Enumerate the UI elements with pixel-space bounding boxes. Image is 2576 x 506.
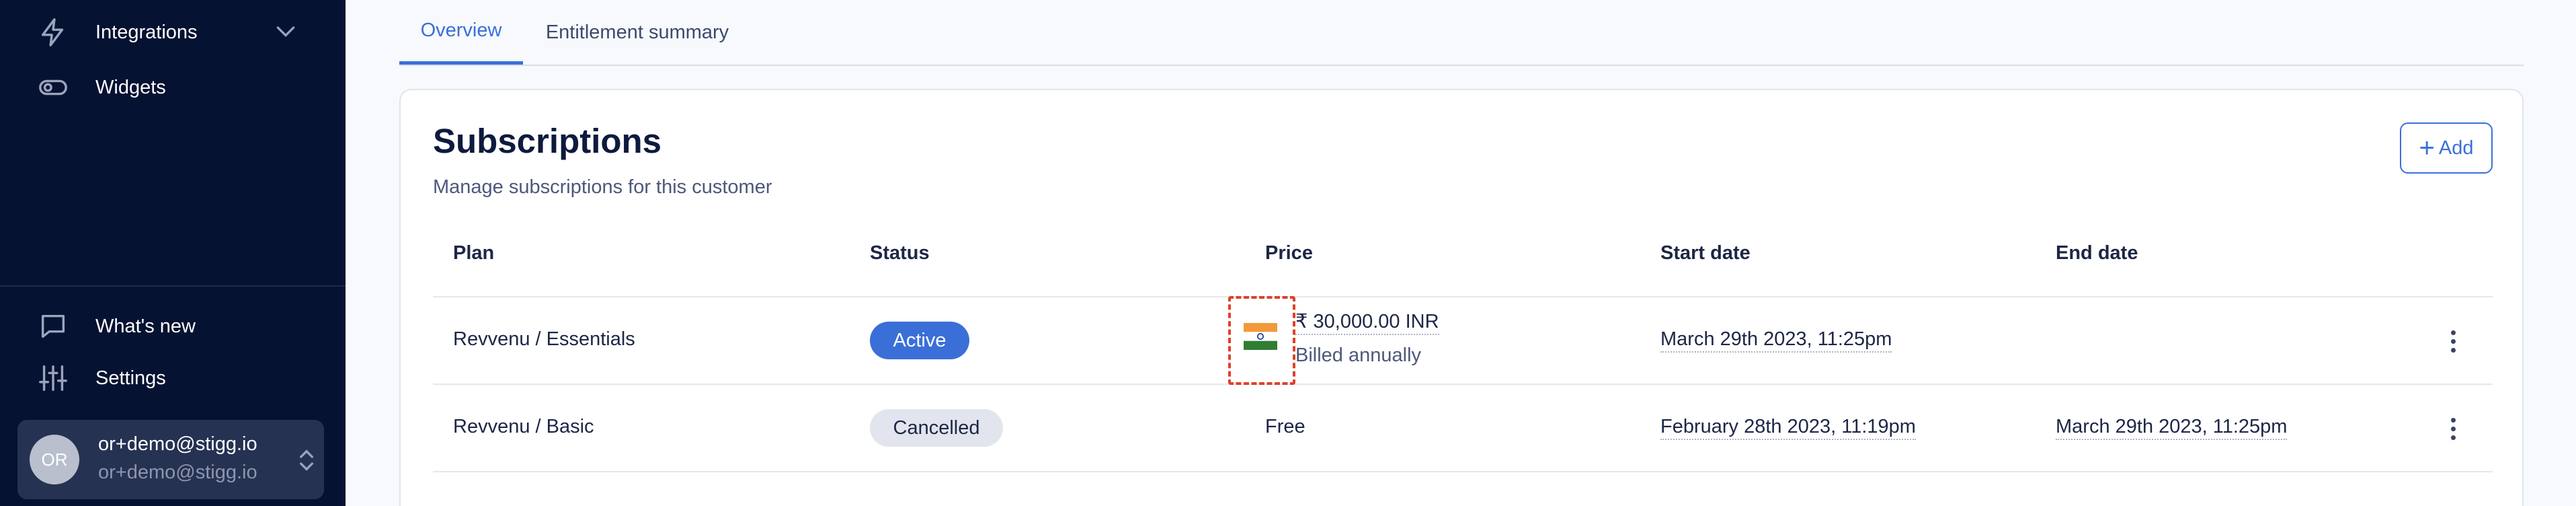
sidebar-item-integrations[interactable]: Integrations: [38, 12, 198, 52]
sidebar-item-whats-new[interactable]: What's new: [38, 306, 196, 347]
avatar: OR: [30, 435, 79, 484]
plus-icon: +: [2419, 133, 2435, 163]
lightning-icon: [38, 17, 69, 48]
end-date: March 29th 2023, 11:25pm: [2056, 416, 2288, 440]
chevron-up-down-icon[interactable]: [293, 445, 320, 475]
sidebar-item-label: Integrations: [95, 21, 198, 43]
status-badge: Cancelled: [870, 409, 1003, 447]
subscriptions-card: Subscriptions Manage subscriptions for t…: [399, 89, 2524, 506]
page-subtitle: Manage subscriptions for this customer: [433, 176, 772, 198]
more-options-icon[interactable]: [2443, 412, 2463, 445]
start-date: March 29th 2023, 11:25pm: [1660, 328, 1892, 353]
table-row[interactable]: Revvenu / Essentials Active ₹ 30,000.00 …: [433, 297, 2493, 384]
divider: [433, 471, 2493, 472]
price-value: ₹ 30,000.00 INR: [1295, 311, 1439, 335]
table-row[interactable]: Revvenu / Basic Cancelled Free February …: [433, 385, 2493, 471]
more-options-icon[interactable]: [2443, 324, 2463, 358]
sidebar-item-label: What's new: [95, 315, 196, 337]
toggle-icon: [38, 72, 69, 103]
user-email: or+demo@stigg.io: [98, 462, 257, 483]
sidebar-item-settings[interactable]: Settings: [38, 358, 166, 398]
start-date-wrapper: March 29th 2023, 11:25pm: [1660, 328, 1892, 353]
sidebar-item-label: Settings: [95, 367, 166, 389]
tab-bar: Overview Entitlement summary: [399, 0, 2524, 66]
page-title: Subscriptions: [433, 122, 662, 160]
price-wrapper: ₹ 30,000.00 INR: [1295, 310, 1439, 335]
sidebar-divider: [0, 285, 346, 287]
sidebar-item-label: Widgets: [95, 76, 166, 98]
column-header-price: Price: [1265, 242, 1313, 264]
plan-name: Revvenu / Basic: [453, 416, 594, 437]
tab-overview[interactable]: Overview: [399, 0, 523, 65]
chevron-down-icon[interactable]: [272, 17, 299, 44]
start-date-wrapper: February 28th 2023, 11:19pm: [1660, 416, 1916, 440]
column-header-status: Status: [870, 242, 930, 264]
sidebar-item-widgets[interactable]: Widgets: [38, 67, 166, 108]
sidebar: Integrations Widgets What's new Settings…: [0, 0, 346, 506]
end-date-wrapper: March 29th 2023, 11:25pm: [2056, 416, 2288, 440]
price-value: Free: [1265, 416, 1305, 437]
add-button-label: Add: [2438, 137, 2474, 159]
india-flag-icon: [1244, 323, 1277, 350]
plan-name: Revvenu / Essentials: [453, 328, 635, 350]
column-header-end-date: End date: [2056, 242, 2138, 264]
column-header-plan: Plan: [453, 242, 495, 264]
user-name: or+demo@stigg.io: [98, 433, 257, 455]
billing-period: Billed annually: [1295, 345, 1422, 366]
column-header-start-date: Start date: [1660, 242, 1750, 264]
start-date: February 28th 2023, 11:19pm: [1660, 416, 1916, 440]
sliders-icon: [38, 363, 69, 394]
chat-bubble-icon: [38, 311, 69, 342]
status-badge: Active: [870, 322, 969, 359]
add-subscription-button[interactable]: + Add: [2400, 122, 2493, 174]
tab-entitlement-summary[interactable]: Entitlement summary: [538, 0, 737, 65]
user-menu[interactable]: OR or+demo@stigg.io or+demo@stigg.io: [17, 420, 324, 499]
table-header: Plan Status Price Start date End date: [433, 242, 2493, 283]
